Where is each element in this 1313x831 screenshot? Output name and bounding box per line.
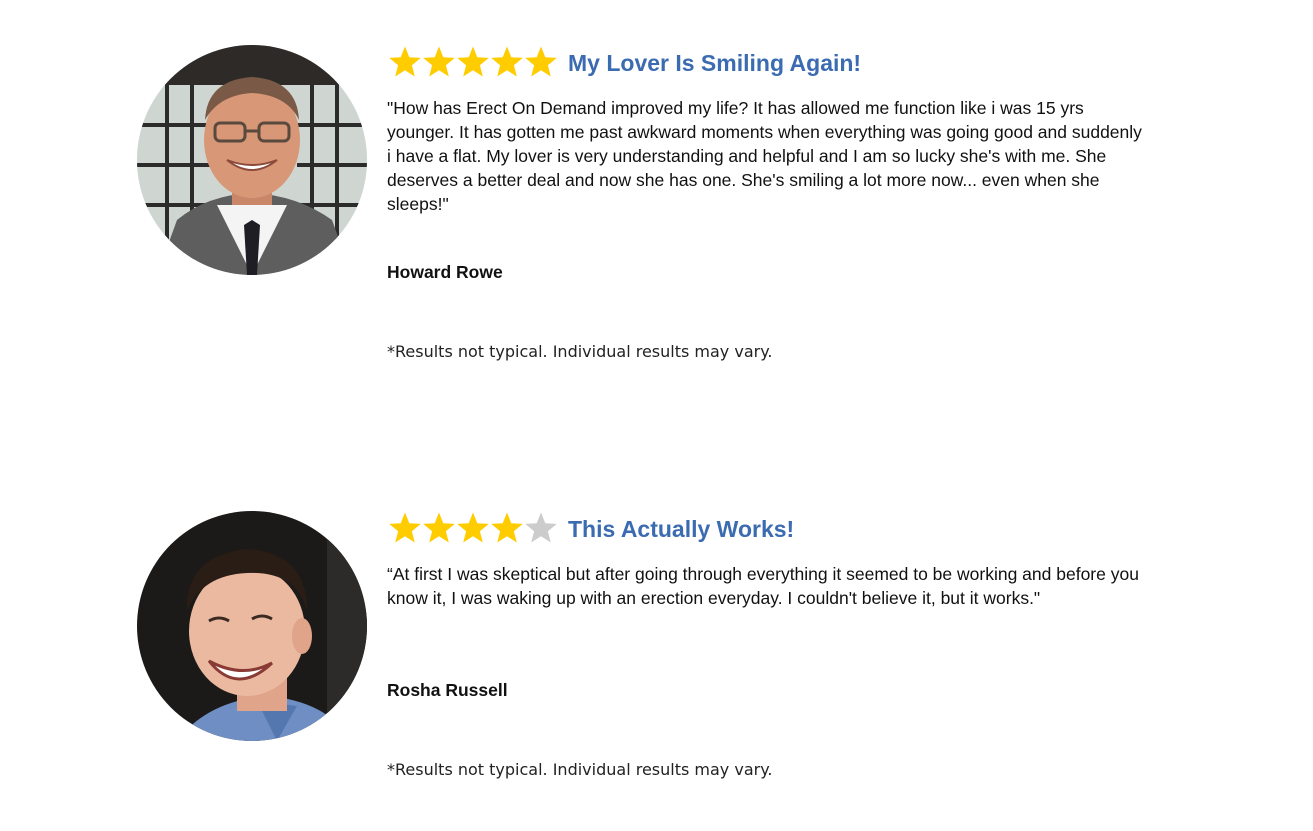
star-rating xyxy=(388,510,558,548)
avatar-photo-young-man xyxy=(137,511,367,741)
star-filled-icon xyxy=(422,44,456,80)
star-filled-icon xyxy=(388,510,422,546)
star-filled-icon xyxy=(456,44,490,80)
reviewer-avatar xyxy=(137,45,367,275)
reviewer-name: Rosha Russell xyxy=(387,680,508,700)
review-headline: My Lover Is Smiling Again! xyxy=(568,50,862,76)
review-quote: "How has Erect On Demand improved my lif… xyxy=(387,98,1142,214)
star-filled-icon xyxy=(490,510,524,546)
star-filled-icon xyxy=(524,44,558,80)
star-filled-icon xyxy=(388,44,422,80)
avatar-photo-older-man xyxy=(137,45,367,275)
results-disclaimer: *Results not typical. Individual results… xyxy=(387,760,773,779)
star-rating xyxy=(388,44,558,82)
reviewer-avatar xyxy=(137,511,367,741)
star-filled-icon xyxy=(490,44,524,80)
star-filled-icon xyxy=(456,510,490,546)
star-empty-icon xyxy=(524,510,558,546)
review-headline: This Actually Works! xyxy=(568,516,795,542)
review-quote: “At first I was skeptical but after goin… xyxy=(387,564,1139,608)
reviewer-name: Howard Rowe xyxy=(387,262,503,282)
results-disclaimer: *Results not typical. Individual results… xyxy=(387,342,773,361)
star-filled-icon xyxy=(422,510,456,546)
